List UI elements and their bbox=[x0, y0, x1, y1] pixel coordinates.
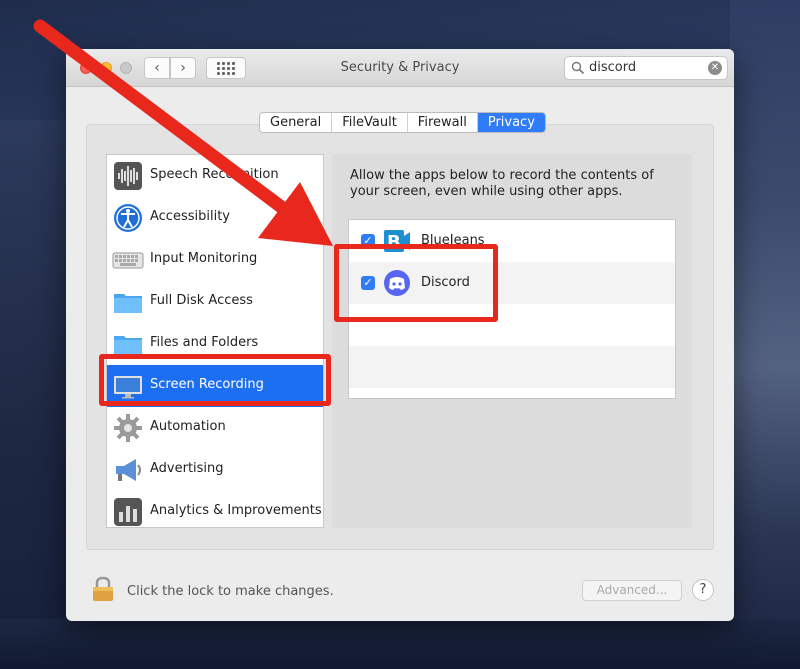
sidebar-item-label: Input Monitoring bbox=[150, 251, 258, 266]
keyboard-icon bbox=[112, 252, 144, 269]
discord-highlight bbox=[334, 244, 498, 322]
sidebar-item-label: Full Disk Access bbox=[150, 293, 253, 308]
sidebar-item-label: Advertising bbox=[150, 461, 224, 476]
folder-icon bbox=[114, 294, 142, 313]
sidebar-item-label: Accessibility bbox=[150, 209, 230, 224]
tab-general[interactable]: General bbox=[260, 113, 333, 132]
sidebar-item-advertising[interactable]: Advertising bbox=[107, 449, 323, 491]
search-input[interactable]: discord ✕ bbox=[564, 56, 728, 80]
sidebar-item-accessibility[interactable]: Accessibility bbox=[107, 197, 323, 239]
sidebar-item-label: Automation bbox=[150, 419, 226, 434]
sidebar-item-full-disk-access[interactable]: Full Disk Access bbox=[107, 281, 323, 323]
tab-privacy[interactable]: Privacy bbox=[477, 113, 545, 132]
screen-recording-highlight bbox=[99, 354, 331, 406]
sidebar-item-label: Files and Folders bbox=[150, 335, 259, 350]
security-privacy-window: ‹ › Security & Privacy discord ✕ General… bbox=[66, 49, 734, 621]
gear-icon bbox=[114, 414, 142, 442]
tab-filevault[interactable]: FileVault bbox=[332, 113, 408, 132]
clear-search-icon[interactable]: ✕ bbox=[708, 61, 722, 75]
lock-icon[interactable] bbox=[92, 576, 114, 602]
sidebar-item-speech-recognition[interactable]: Speech Recognition bbox=[107, 155, 323, 197]
desktop-background-bottom bbox=[0, 619, 800, 669]
privacy-category-list: Speech Recognition Accessibility Input M… bbox=[106, 154, 324, 528]
screen-recording-panel: Allow the apps below to record the conte… bbox=[332, 154, 692, 528]
sidebar-item-automation[interactable]: Automation bbox=[107, 407, 323, 449]
title-bar: ‹ › Security & Privacy discord ✕ bbox=[66, 49, 734, 87]
waveform-icon bbox=[114, 162, 142, 190]
sidebar-item-input-monitoring[interactable]: Input Monitoring bbox=[107, 239, 323, 281]
sidebar-item-label: Analytics & Improvements bbox=[150, 503, 322, 518]
permission-description: Allow the apps below to record the conte… bbox=[350, 168, 654, 199]
megaphone-icon bbox=[116, 459, 141, 481]
tab-firewall[interactable]: Firewall bbox=[408, 113, 478, 132]
search-value: discord bbox=[589, 60, 637, 75]
accessibility-icon bbox=[114, 204, 142, 232]
help-button[interactable]: ? bbox=[692, 579, 714, 601]
app-row-empty bbox=[349, 346, 675, 388]
sidebar-item-label: Speech Recognition bbox=[150, 167, 279, 182]
advanced-button[interactable]: Advanced... bbox=[582, 580, 682, 601]
desktop-background-right bbox=[730, 0, 800, 669]
tab-bar: General FileVault Firewall Privacy bbox=[259, 112, 546, 133]
bar-chart-icon bbox=[114, 498, 142, 526]
search-icon bbox=[571, 61, 585, 75]
sidebar-item-analytics[interactable]: Analytics & Improvements bbox=[107, 491, 323, 533]
lock-message: Click the lock to make changes. bbox=[127, 584, 334, 599]
desktop-background-left bbox=[0, 120, 70, 669]
